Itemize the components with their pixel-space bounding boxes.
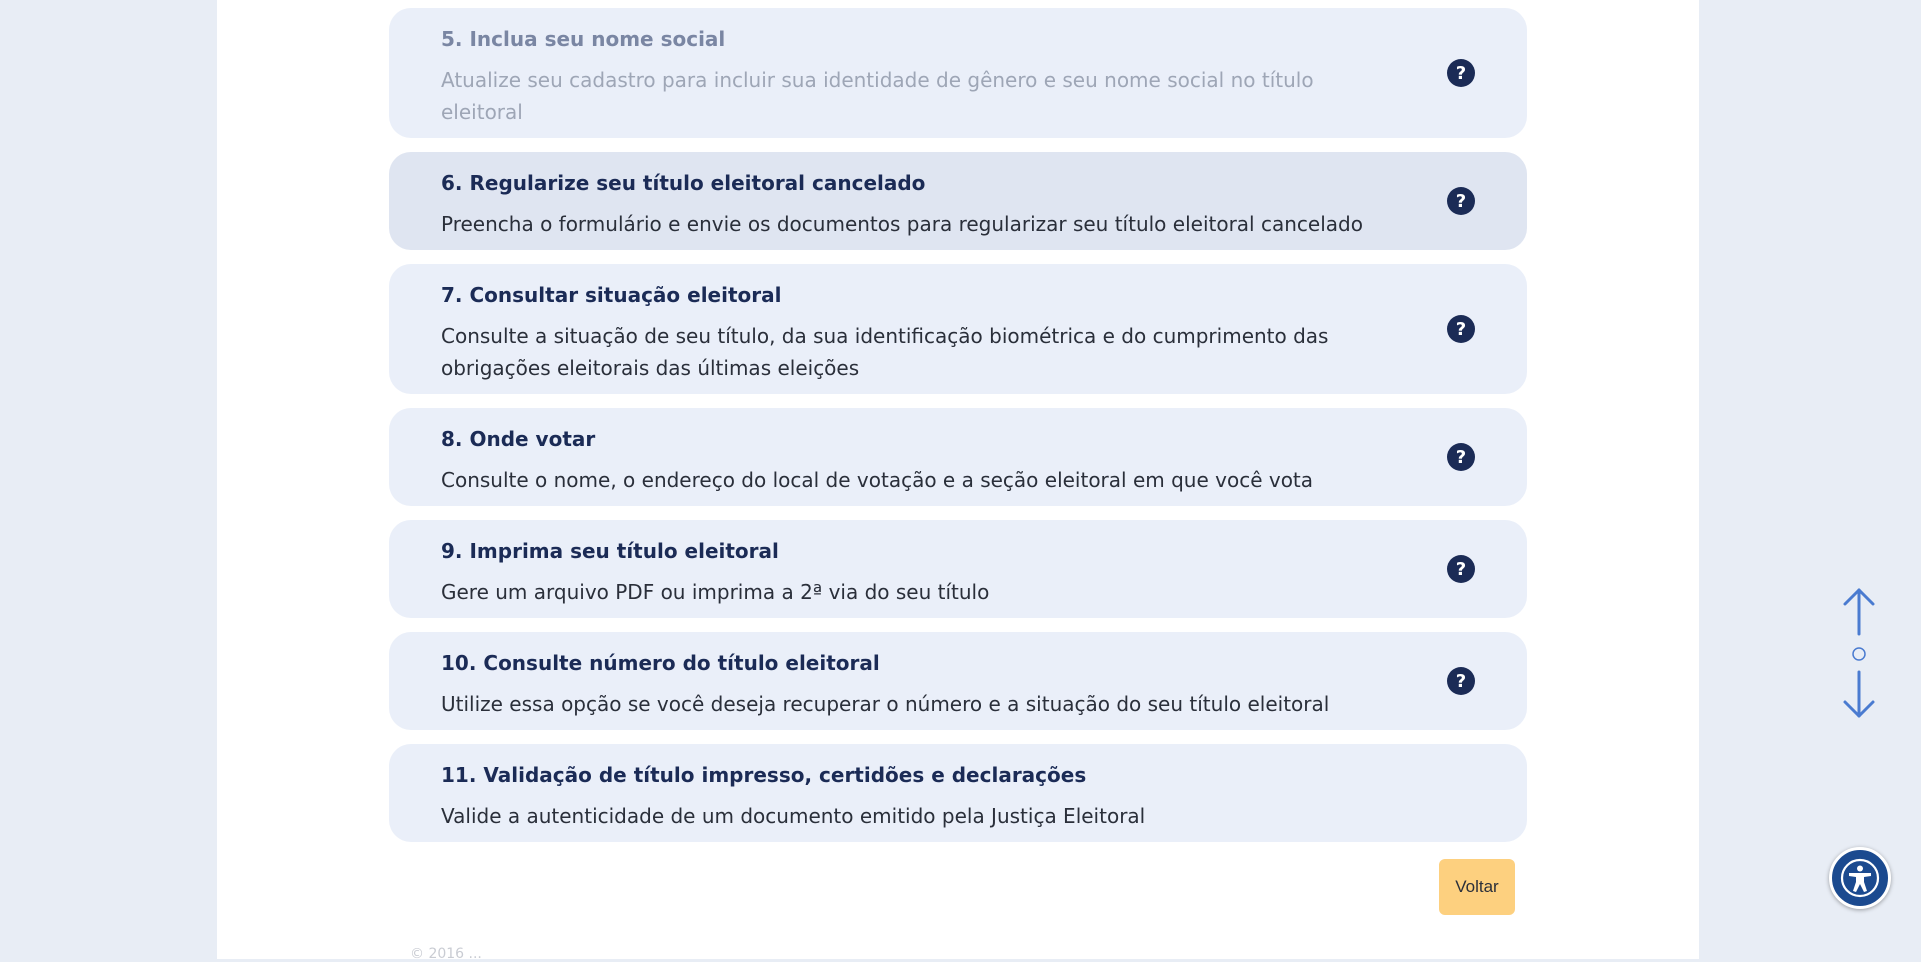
service-card-description: Valide a autenticidade de um documento e… — [441, 804, 1146, 828]
service-card-8[interactable]: 8. Onde votar Consulte o nome, o endereç… — [389, 408, 1527, 506]
service-card-5[interactable]: 5. Inclua seu nome social Atualize seu c… — [389, 8, 1527, 138]
service-card-title: 8. Onde votar — [441, 427, 596, 451]
service-card-description: Preencha o formulário e envie os documen… — [441, 212, 1363, 236]
footer-text: © 2016 ... — [410, 946, 482, 962]
question-circle-icon[interactable]: ? — [1447, 443, 1475, 471]
accessibility-button[interactable] — [1829, 847, 1891, 909]
voltar-button[interactable]: Voltar — [1439, 859, 1515, 915]
question-circle-icon[interactable]: ? — [1447, 315, 1475, 343]
service-card-9[interactable]: 9. Imprima seu título eleitoral Gere um … — [389, 520, 1527, 618]
service-card-title: 11. Validação de título impresso, certid… — [441, 763, 1087, 787]
question-circle-icon[interactable]: ? — [1447, 59, 1475, 87]
service-card-title: 9. Imprima seu título eleitoral — [441, 539, 779, 563]
question-circle-icon[interactable]: ? — [1447, 667, 1475, 695]
service-card-6[interactable]: 6. Regularize seu título eleitoral cance… — [389, 152, 1527, 250]
service-card-description: Consulte o nome, o endereço do local de … — [441, 468, 1314, 492]
service-card-title: 5. Inclua seu nome social — [441, 27, 726, 51]
service-card-description: Gere um arquivo PDF ou imprima a 2ª via … — [441, 580, 990, 604]
arrow-up-icon[interactable] — [1843, 588, 1875, 636]
service-card-11[interactable]: 11. Validação de título impresso, certid… — [389, 744, 1527, 842]
service-card-7[interactable]: 7. Consultar situação eleitoral Consulte… — [389, 264, 1527, 394]
service-card-title: 10. Consulte número do título eleitoral — [441, 651, 880, 675]
services-list: 5. Inclua seu nome social Atualize seu c… — [389, 8, 1527, 856]
service-card-description: Utilize essa opção se você deseja recupe… — [441, 692, 1330, 716]
accessibility-icon — [1840, 858, 1880, 898]
service-card-10[interactable]: 10. Consulte número do título eleitoral … — [389, 632, 1527, 730]
question-circle-icon[interactable]: ? — [1447, 555, 1475, 583]
service-card-title: 7. Consultar situação eleitoral — [441, 283, 782, 307]
service-card-description: Consulte a situação de seu título, da su… — [441, 324, 1329, 380]
service-card-title: 6. Regularize seu título eleitoral cance… — [441, 171, 926, 195]
question-circle-icon[interactable]: ? — [1447, 187, 1475, 215]
scroll-position-dot-icon — [1852, 647, 1866, 661]
scroll-controls-svg — [1843, 588, 1875, 718]
scroll-controls — [1840, 586, 1878, 722]
arrow-down-icon[interactable] — [1843, 670, 1875, 718]
service-card-description: Atualize seu cadastro para incluir sua i… — [441, 68, 1314, 124]
